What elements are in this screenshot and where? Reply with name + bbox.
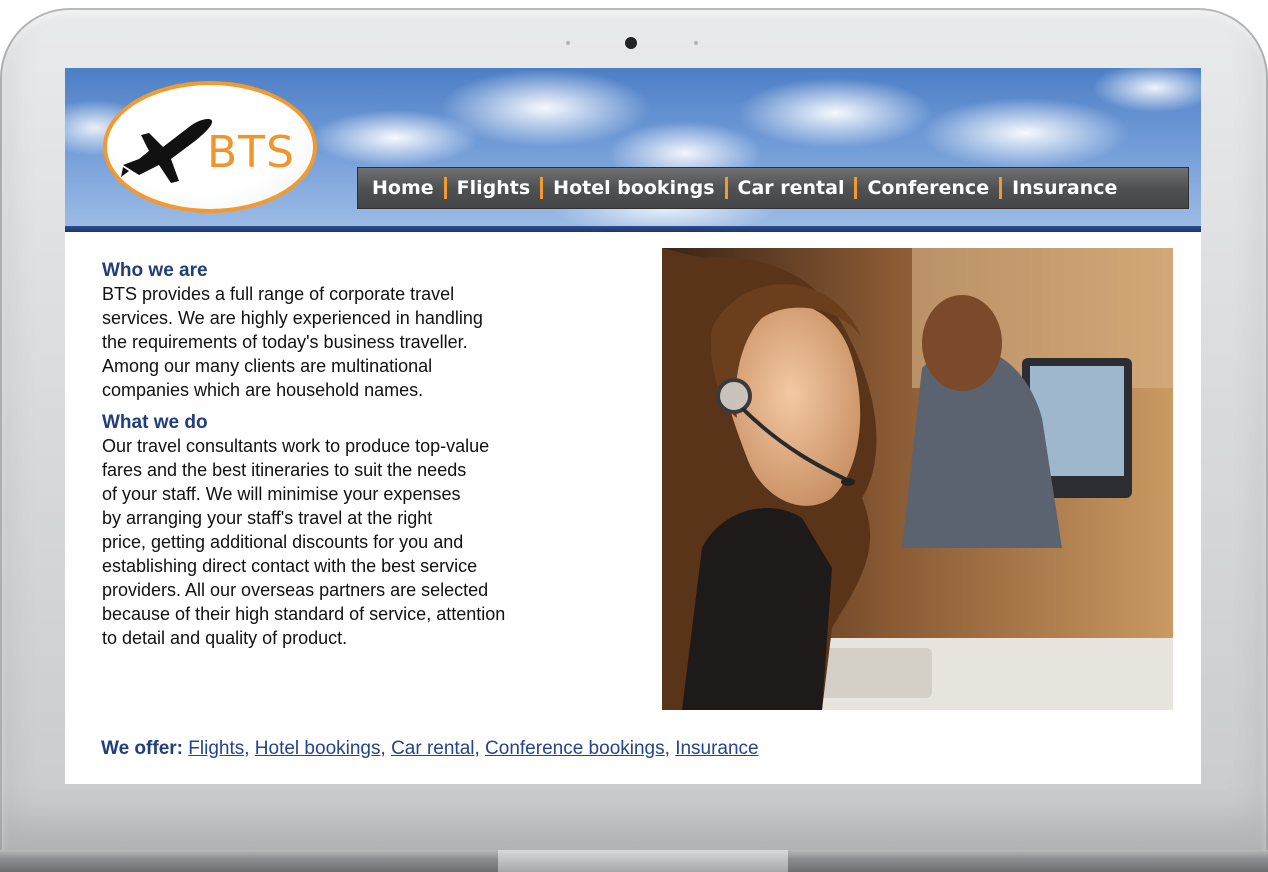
text-line: price, getting additional discounts for … [102,532,464,552]
text-line: the requirements of today's business tra… [102,332,468,352]
text-line: establishing direct contact with the bes… [102,556,478,576]
offer-link-hotel-bookings[interactable]: Hotel bookings [255,738,381,759]
what-we-do-text: Our travel consultants work to produce t… [102,434,632,650]
who-we-are-heading: Who we are [102,260,208,281]
text-line: companies which are household names. [102,380,424,400]
offer-link-car-rental[interactable]: Car rental [391,738,474,759]
nav-item-car-rental[interactable]: Car rental [738,177,845,199]
we-offer-line: We offer: Flights, Hotel bookings, Car r… [101,738,759,759]
nav-separator [724,177,728,199]
text-line: to detail and quality of product. [102,628,348,648]
nav-item-hotel-bookings[interactable]: Hotel bookings [553,177,714,199]
webcam-icon [625,37,637,49]
airplane-icon [121,119,213,183]
text-line: fares and the best itineraries to suit t… [102,460,467,480]
text-line: BTS provides a full range of corporate t… [102,284,455,304]
sensor-dot-left [566,41,570,45]
who-we-are-text: BTS provides a full range of corporate t… [102,282,632,402]
sensor-dot-right [694,41,698,45]
photo-illustration [662,248,1173,710]
text-line: Among our many clients are multinational [102,356,433,376]
text-line: because of their high standard of servic… [102,604,506,624]
nav-item-insurance[interactable]: Insurance [1012,177,1117,199]
nav-item-flights[interactable]: Flights [457,177,531,199]
main-content: Who we are BTS provides a full range of … [102,260,632,650]
offer-link-insurance[interactable]: Insurance [675,738,758,759]
text-line: providers. All our overseas partners are… [102,580,489,600]
call-center-agent-photo [662,248,1173,710]
banner-rule [65,226,1201,232]
text-line: Our travel consultants work to produce t… [102,436,490,456]
nav-separator [854,177,858,199]
laptop-base [0,850,1268,872]
text-line: services. We are highly experienced in h… [102,308,483,328]
nav-separator [443,177,447,199]
nav-separator [540,177,544,199]
offer-link-conference-bookings[interactable]: Conference bookings [485,738,665,759]
main-nav: Home Flights Hotel bookings Car rental C… [357,167,1189,209]
web-page: BTS Home Flights Hotel bookings Car rent… [65,68,1201,784]
bts-logo[interactable]: BTS [103,81,317,213]
logo-text: BTS [207,127,295,178]
nav-separator [999,177,1003,199]
nav-item-home[interactable]: Home [372,177,434,199]
text-line: of your staff. We will minimise your exp… [102,484,461,504]
offer-link-flights[interactable]: Flights [188,738,244,759]
text-line: by arranging your staff's travel at the … [102,508,433,528]
we-offer-label: We offer: [101,738,183,759]
nav-item-conference[interactable]: Conference [867,177,989,199]
hinge-notch [498,850,788,872]
what-we-do-heading: What we do [102,412,208,433]
